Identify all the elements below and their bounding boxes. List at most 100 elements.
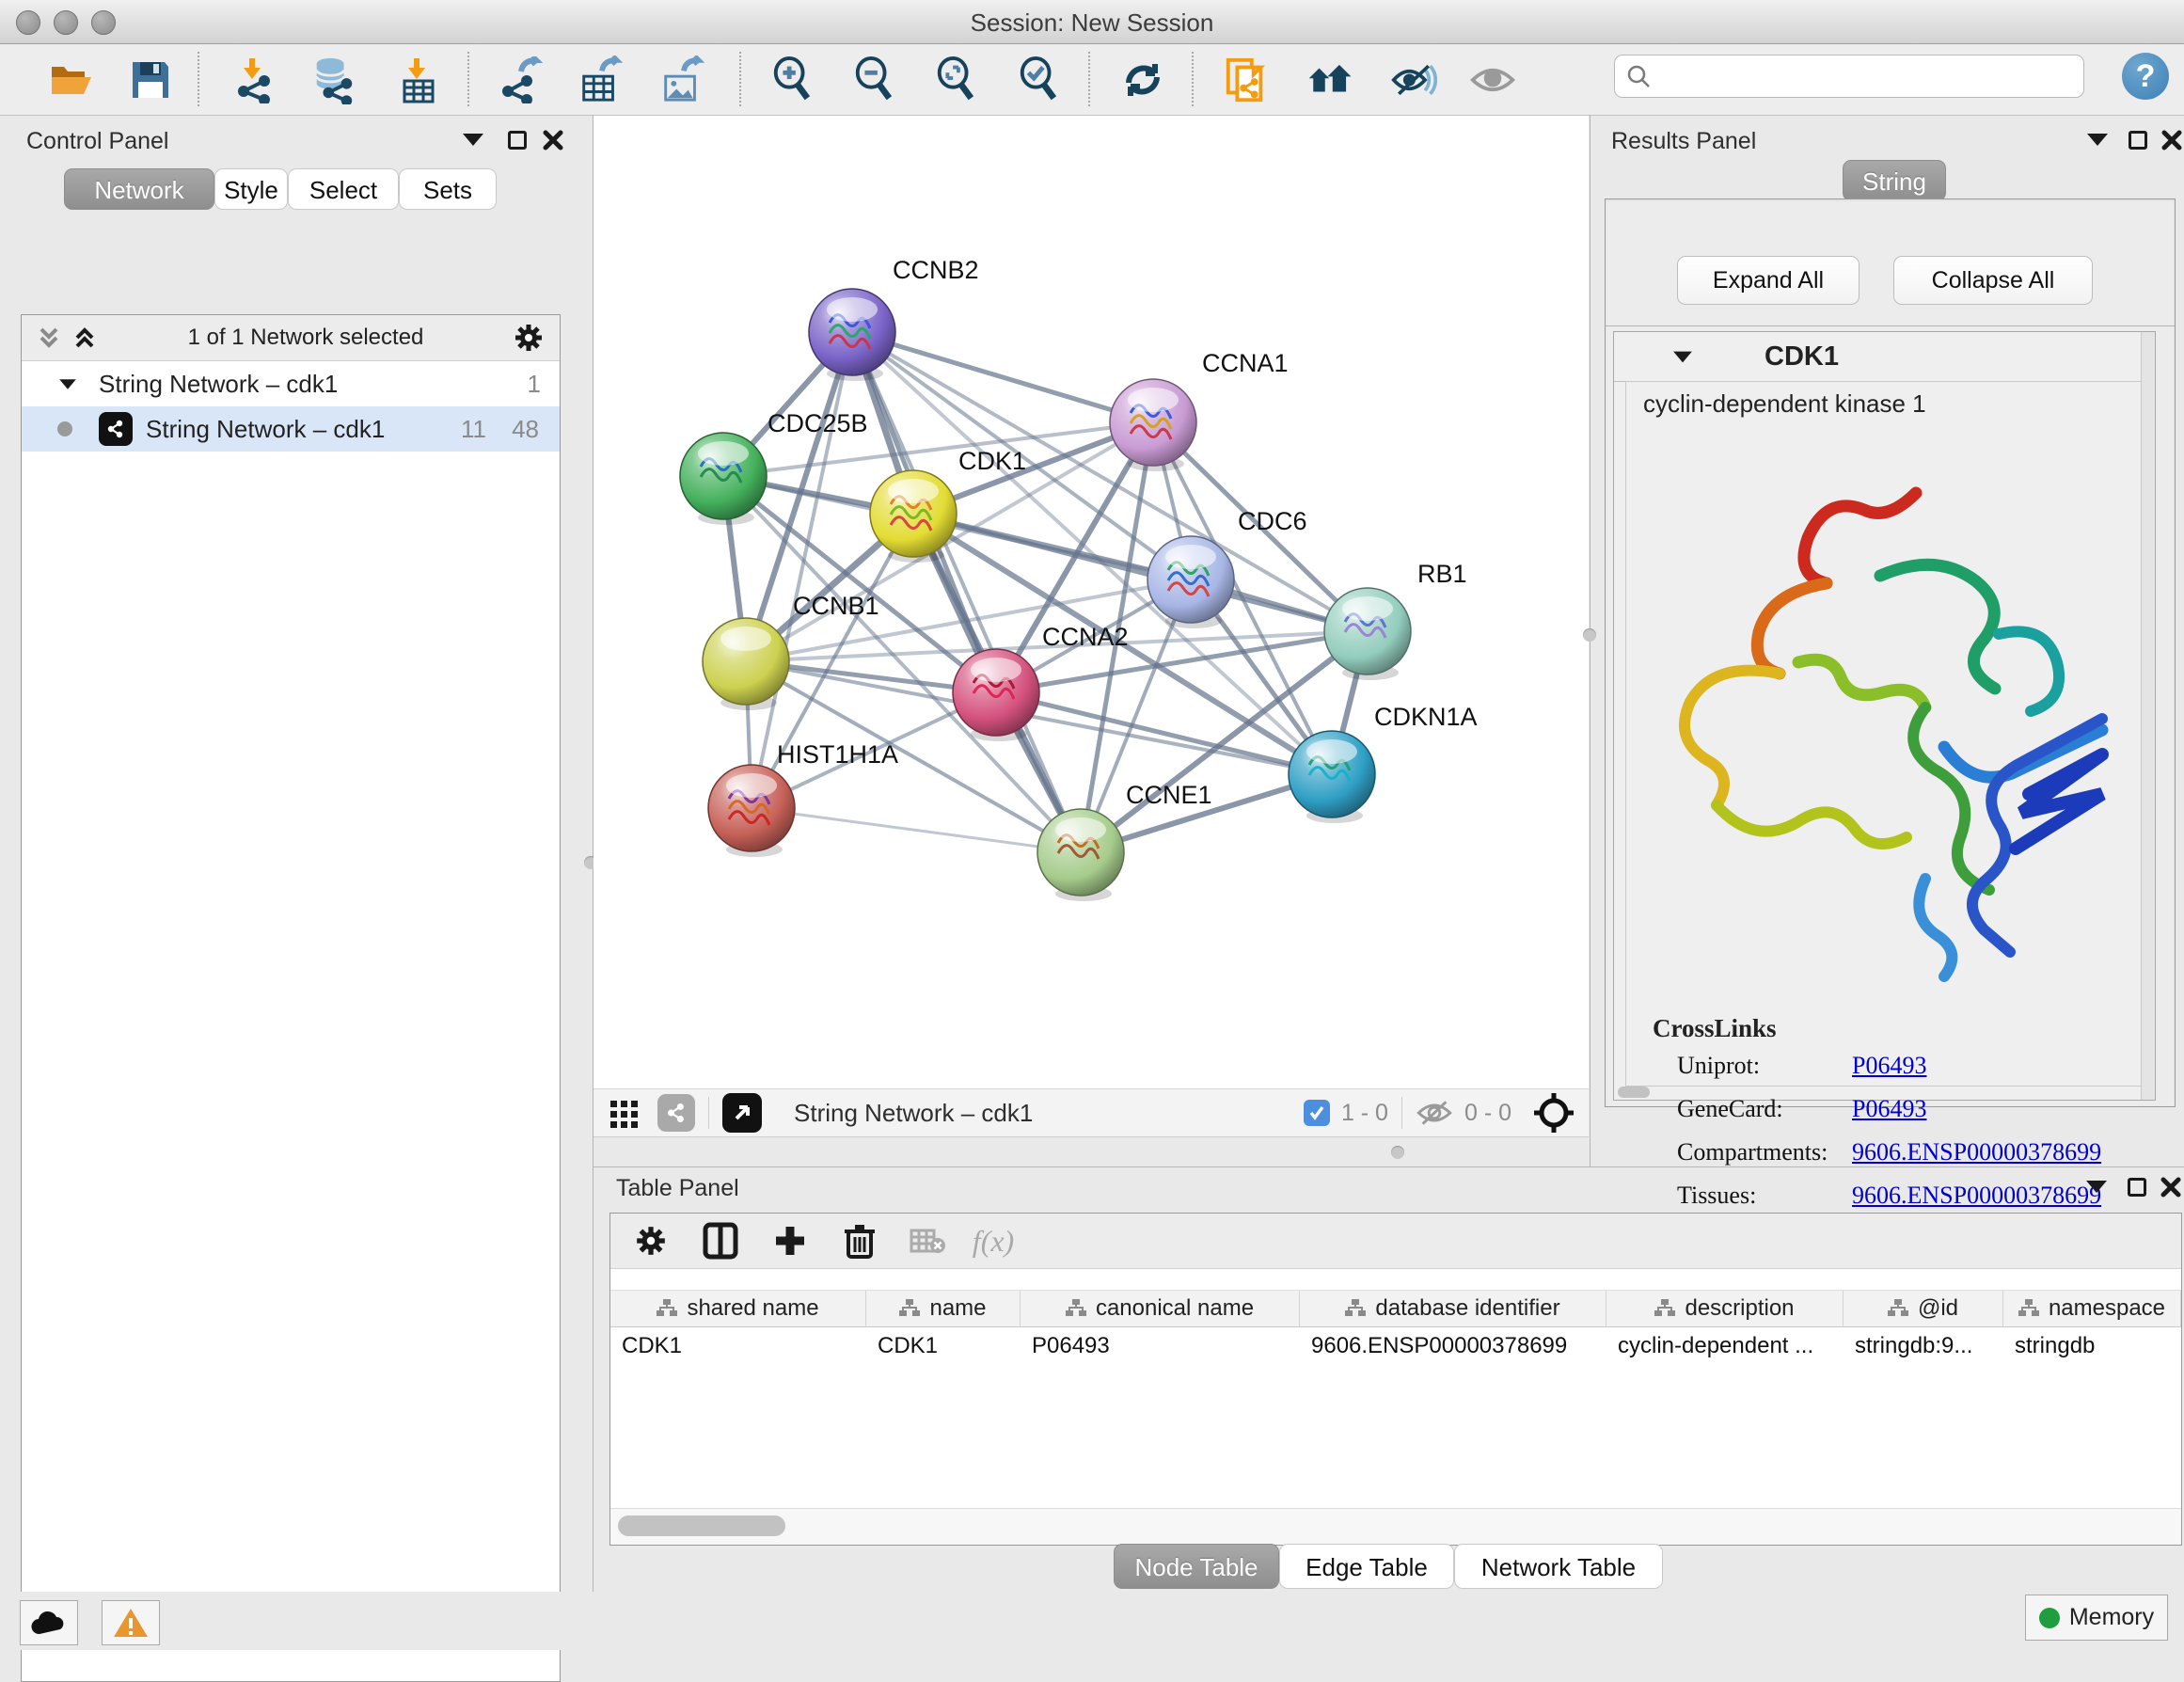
- network-canvas[interactable]: CDK1CCNB1CCNB2CCNA1CCNA2CCNE1CDC25BCDC6C…: [593, 116, 1589, 1088]
- network-node-CCNE1[interactable]: [1037, 809, 1124, 901]
- table-settings-gear-icon[interactable]: [624, 1217, 678, 1264]
- birdseye-view-icon[interactable]: [1469, 56, 1516, 103]
- network-node-RB1[interactable]: [1324, 588, 1411, 680]
- tab-network[interactable]: Network: [64, 168, 214, 210]
- show-columns-icon[interactable]: [693, 1217, 748, 1264]
- graphics-details-icon[interactable]: [1390, 56, 1437, 103]
- panel-maximize-icon[interactable]: [508, 131, 527, 150]
- results-splitter-handle[interactable]: [1583, 628, 1596, 642]
- import-table-from-file-icon[interactable]: [395, 56, 442, 103]
- warnings-button[interactable]: [102, 1600, 160, 1645]
- tree-expander-icon[interactable]: [59, 379, 76, 389]
- column-header[interactable]: name: [866, 1291, 1021, 1326]
- apply-layout-icon[interactable]: [1119, 56, 1166, 103]
- tab-sets[interactable]: Sets: [399, 168, 497, 210]
- network-node-CDK1[interactable]: [870, 470, 957, 563]
- table-cell[interactable]: CDK1: [610, 1327, 866, 1365]
- column-header[interactable]: canonical name: [1021, 1291, 1300, 1326]
- export-network-icon[interactable]: [499, 56, 546, 103]
- hidden-eye-icon[interactable]: [1416, 1098, 1453, 1128]
- table-horizontal-scrollbar-thumb[interactable]: [618, 1515, 785, 1536]
- crosslink-link[interactable]: P06493: [1852, 1052, 1926, 1079]
- panel-float-icon[interactable]: [2086, 1181, 2107, 1193]
- tab-select[interactable]: Select: [288, 168, 399, 210]
- table-cell[interactable]: P06493: [1021, 1327, 1300, 1365]
- tab-node-table[interactable]: Node Table: [1114, 1544, 1279, 1589]
- tab-style[interactable]: Style: [214, 168, 288, 210]
- open-session-icon[interactable]: [47, 56, 94, 103]
- table-cell[interactable]: stringdb: [2003, 1327, 2181, 1365]
- table-cell[interactable]: 9606.ENSP00000378699: [1300, 1327, 1606, 1365]
- export-table-icon[interactable]: [577, 56, 624, 103]
- network-node-HIST1H1A[interactable]: [708, 765, 795, 857]
- detach-view-icon[interactable]: [722, 1093, 762, 1133]
- zoom-in-icon[interactable]: [769, 56, 816, 103]
- network-edge-CCNB2-CCNA1[interactable]: [852, 332, 1153, 422]
- table-cell[interactable]: CDK1: [866, 1327, 1021, 1365]
- tab-string[interactable]: String: [1843, 160, 1946, 201]
- table-cell[interactable]: stringdb:9...: [1844, 1327, 2003, 1365]
- panel-maximize-icon[interactable]: [2128, 1178, 2146, 1197]
- crosslink-link[interactable]: 9606.ENSP00000378699: [1852, 1138, 2101, 1166]
- column-header[interactable]: namespace: [2003, 1291, 2181, 1326]
- column-header[interactable]: shared name: [610, 1291, 866, 1326]
- current-network-dot-icon: [57, 421, 72, 436]
- network-node-CDKN1A[interactable]: [1289, 731, 1375, 823]
- collapse-all-icon[interactable]: [35, 324, 63, 352]
- panel-maximize-icon[interactable]: [2129, 131, 2147, 150]
- home-networks-icon[interactable]: [1307, 56, 1354, 103]
- search-input[interactable]: [1651, 62, 2049, 90]
- network-view-share-icon[interactable]: [657, 1094, 695, 1132]
- panel-close-icon[interactable]: [2160, 129, 2183, 151]
- fit-selected-crosshair-icon[interactable]: [1532, 1091, 1575, 1135]
- network-node-CDC25B[interactable]: [680, 433, 767, 525]
- table-cell[interactable]: cyclin-dependent ...: [1606, 1327, 1844, 1365]
- table-splitter-handle[interactable]: [1391, 1146, 1404, 1159]
- expand-all-button[interactable]: Expand All: [1677, 256, 1860, 305]
- table-horizontal-scrollbar[interactable]: [610, 1508, 2181, 1545]
- copy-network-icon[interactable]: [1223, 56, 1270, 103]
- crosslink-link[interactable]: P06493: [1852, 1095, 1926, 1122]
- network-collection-row[interactable]: String Network – cdk1 1: [22, 361, 560, 406]
- panel-float-icon[interactable]: [2087, 134, 2108, 146]
- delete-column-icon[interactable]: [832, 1217, 887, 1264]
- network-edge-CCNB2-HIST1H1A[interactable]: [752, 332, 852, 808]
- column-header[interactable]: database identifier: [1300, 1291, 1606, 1326]
- grid-view-icon[interactable]: [609, 1097, 641, 1129]
- cloud-status-button[interactable]: [20, 1600, 78, 1645]
- results-horizontal-scrollbar-thumb[interactable]: [1618, 1087, 1650, 1098]
- network-edge-CCNB2-CCNE1[interactable]: [852, 332, 1081, 852]
- zoom-fit-icon[interactable]: [933, 56, 980, 103]
- network-edge-CCNE1-HIST1H1A[interactable]: [752, 808, 1081, 852]
- add-column-icon[interactable]: [763, 1217, 817, 1264]
- network-node-CCNA1[interactable]: [1110, 379, 1196, 471]
- zoom-out-icon[interactable]: [851, 56, 898, 103]
- panel-close-icon[interactable]: [2160, 1176, 2182, 1198]
- main-toolbar: ?: [0, 44, 2184, 116]
- help-button[interactable]: ?: [2122, 53, 2169, 100]
- network-list-panel: 1 of 1 Network selected String Network –…: [21, 314, 561, 1682]
- panel-float-icon[interactable]: [463, 134, 483, 146]
- gear-icon[interactable]: [513, 322, 545, 354]
- zoom-selected-icon[interactable]: [1016, 56, 1063, 103]
- expand-all-icon[interactable]: [71, 324, 99, 352]
- save-session-icon[interactable]: [127, 56, 174, 103]
- column-header[interactable]: description: [1606, 1291, 1844, 1326]
- results-vertical-scrollbar[interactable]: [2141, 332, 2155, 1100]
- gene-section-header[interactable]: CDK1: [1614, 332, 2155, 382]
- import-network-from-file-icon[interactable]: [230, 56, 277, 103]
- selected-nodes-checkbox-icon[interactable]: [1304, 1100, 1330, 1126]
- panel-close-icon[interactable]: [542, 129, 564, 151]
- collapse-all-button[interactable]: Collapse All: [1893, 256, 2093, 305]
- tab-network-table[interactable]: Network Table: [1454, 1544, 1663, 1589]
- toolbar-search[interactable]: [1614, 55, 2084, 98]
- column-header[interactable]: @id: [1844, 1291, 2003, 1326]
- table-row[interactable]: CDK1CDK1P064939606.ENSP00000378699cyclin…: [610, 1327, 2181, 1365]
- network-row[interactable]: String Network – cdk1 11 48: [22, 406, 560, 452]
- tab-edge-table[interactable]: Edge Table: [1279, 1544, 1454, 1589]
- titlebar: Session: New Session: [0, 0, 2184, 44]
- section-expander-icon[interactable]: [1673, 352, 1692, 363]
- export-image-icon[interactable]: [658, 56, 705, 103]
- memory-button[interactable]: Memory: [2025, 1595, 2168, 1641]
- import-network-from-database-icon[interactable]: [310, 56, 357, 103]
